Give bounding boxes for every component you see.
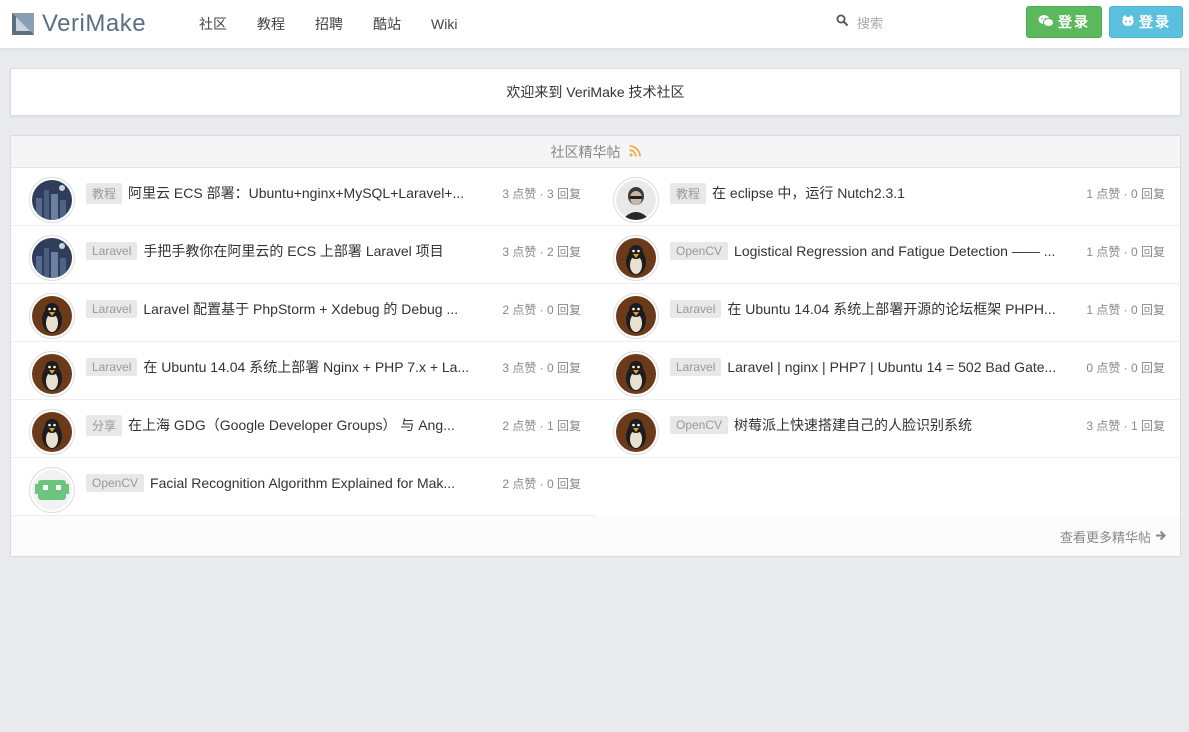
topic-tag[interactable]: OpenCV — [670, 416, 729, 434]
topic-meta: 3 点赞 · 2 回复 — [502, 244, 581, 259]
tux-avatar[interactable] — [613, 409, 659, 455]
more-featured-label: 查看更多精华帖 — [1059, 529, 1151, 545]
topic-tag[interactable]: Laravel — [670, 300, 722, 318]
topic-tag[interactable]: OpenCV — [670, 242, 729, 260]
topic-item[interactable]: Laravel 在 Ubuntu 14.04 系统上部署 Nginx + PHP… — [11, 342, 595, 400]
github-icon — [1121, 14, 1139, 31]
topic-title[interactable]: 在 eclipse 中，运行 Nutch2.3.1 — [712, 183, 905, 203]
topic-tag[interactable]: Laravel — [86, 242, 138, 260]
search-icon[interactable] — [836, 14, 849, 32]
topic-title[interactable]: Laravel | nginx | PHP7 | Ubuntu 14 = 502… — [727, 359, 1056, 375]
topic-tag[interactable]: 分享 — [86, 414, 123, 436]
topic-meta: 3 点赞 · 1 回复 — [1086, 418, 1165, 433]
topic-list: 教程 阿里云 ECS 部署：Ubuntu+nginx+MySQL+Laravel… — [11, 168, 1180, 516]
topic-main: OpenCV 树莓派上快速搭建自己的人脸识别系统 — [670, 400, 1060, 450]
tux-avatar[interactable] — [613, 235, 659, 281]
topic-main: Laravel Laravel | nginx | PHP7 | Ubuntu … — [670, 342, 1060, 392]
logo-mark-icon — [12, 13, 34, 35]
topic-meta: 0 点赞 · 0 回复 — [1086, 360, 1165, 375]
brand-name: VeriMake — [42, 10, 147, 37]
more-featured-link[interactable]: 查看更多精华帖 — [1060, 527, 1166, 546]
topic-tag[interactable]: OpenCV — [86, 474, 145, 492]
nav-item-community[interactable]: 社区 — [199, 14, 227, 34]
topic-item[interactable]: Laravel 手把手教你在阿里云的 ECS 上部署 Laravel 项目 3 … — [11, 226, 595, 284]
topic-meta: 1 点赞 · 0 回复 — [1086, 186, 1165, 201]
topic-title[interactable]: 阿里云 ECS 部署：Ubuntu+nginx+MySQL+Laravel+..… — [128, 183, 464, 203]
topic-tag[interactable]: Laravel — [670, 358, 722, 376]
panel-heading: 社区精华帖 — [11, 136, 1180, 168]
topic-title[interactable]: Logistical Regression and Fatigue Detect… — [734, 243, 1055, 259]
topic-tag[interactable]: 教程 — [670, 182, 707, 204]
welcome-banner: 欢迎来到 VeriMake 技术社区 — [10, 68, 1181, 116]
topic-item[interactable]: OpenCV Facial Recognition Algorithm Expl… — [11, 458, 595, 516]
topic-tag[interactable]: Laravel — [86, 300, 138, 318]
wechat-icon — [1038, 14, 1058, 31]
city-avatar[interactable] — [29, 235, 75, 281]
topic-meta: 2 点赞 · 1 回复 — [502, 418, 581, 433]
topic-tag[interactable]: Laravel — [86, 358, 138, 376]
topic-main: 教程 阿里云 ECS 部署：Ubuntu+nginx+MySQL+Laravel… — [86, 168, 476, 218]
brand-logo[interactable]: VeriMake — [12, 9, 146, 39]
topic-main: Laravel Laravel 配置基于 PhpStorm + Xdebug 的… — [86, 284, 476, 334]
topic-title[interactable]: 在 Ubuntu 14.04 系统上部署 Nginx + PHP 7.x + L… — [143, 357, 469, 377]
topic-title[interactable]: 树莓派上快速搭建自己的人脸识别系统 — [734, 415, 972, 435]
topic-item[interactable]: Laravel Laravel 配置基于 PhpStorm + Xdebug 的… — [11, 284, 595, 342]
topic-meta: 3 点赞 · 3 回复 — [502, 186, 581, 201]
topic-title[interactable]: Facial Recognition Algorithm Explained f… — [150, 475, 455, 491]
github-login-label: 登录 — [1139, 14, 1171, 30]
topic-main: 教程 在 eclipse 中，运行 Nutch2.3.1 — [670, 168, 1060, 218]
topic-title[interactable]: 在上海 GDG（Google Developer Groups） 与 Ang..… — [128, 415, 455, 435]
topic-meta: 2 点赞 · 0 回复 — [502, 476, 581, 491]
tux-avatar[interactable] — [29, 293, 75, 339]
city-avatar[interactable] — [29, 177, 75, 223]
topic-item[interactable]: Laravel Laravel | nginx | PHP7 | Ubuntu … — [595, 342, 1179, 400]
topic-tag[interactable]: 教程 — [86, 182, 123, 204]
topic-item[interactable]: 分享 在上海 GDG（Google Developer Groups） 与 An… — [11, 400, 595, 458]
nav-item-jobs[interactable]: 招聘 — [315, 14, 343, 34]
panel-title: 社区精华帖 — [550, 143, 621, 160]
topic-main: Laravel 手把手教你在阿里云的 ECS 上部署 Laravel 项目 — [86, 226, 476, 276]
main-nav: 社区 教程 招聘 酷站 Wiki — [199, 0, 487, 48]
welcome-text: 欢迎来到 VeriMake 技术社区 — [506, 84, 685, 100]
tux-avatar[interactable] — [613, 351, 659, 397]
topic-meta: 1 点赞 · 0 回复 — [1086, 244, 1165, 259]
topic-main: OpenCV Logistical Regression and Fatigue… — [670, 226, 1060, 276]
wechat-login-label: 登录 — [1058, 14, 1090, 30]
search-input[interactable] — [855, 14, 989, 32]
nav-item-tutorials[interactable]: 教程 — [257, 14, 285, 34]
topic-item[interactable]: Laravel 在 Ubuntu 14.04 系统上部署开源的论坛框架 PHPH… — [595, 284, 1179, 342]
topic-item[interactable]: OpenCV Logistical Regression and Fatigue… — [595, 226, 1179, 284]
topic-meta: 2 点赞 · 0 回复 — [502, 302, 581, 317]
nav-item-wiki[interactable]: Wiki — [431, 16, 457, 32]
arrow-right-icon — [1151, 529, 1166, 544]
tux-avatar[interactable] — [613, 293, 659, 339]
featured-topics-panel: 社区精华帖 教程 阿里云 ECS 部署：Ubuntu+nginx+MySQL+L… — [10, 135, 1181, 557]
topic-item[interactable]: 教程 在 eclipse 中，运行 Nutch2.3.1 1 点赞 · 0 回复 — [595, 168, 1179, 226]
wechat-login-button[interactable]: 登录 — [1026, 6, 1102, 38]
topic-item[interactable]: 教程 阿里云 ECS 部署：Ubuntu+nginx+MySQL+Laravel… — [11, 168, 595, 226]
robot-avatar[interactable] — [29, 467, 75, 513]
topic-main: OpenCV Facial Recognition Algorithm Expl… — [86, 458, 476, 508]
topic-title[interactable]: 手把手教你在阿里云的 ECS 上部署 Laravel 项目 — [143, 241, 443, 261]
topic-item[interactable]: OpenCV 树莓派上快速搭建自己的人脸识别系统 3 点赞 · 1 回复 — [595, 400, 1179, 458]
nav-item-cool-sites[interactable]: 酷站 — [373, 14, 401, 34]
topic-meta: 1 点赞 · 0 回复 — [1086, 302, 1165, 317]
rss-icon[interactable] — [621, 144, 641, 160]
github-login-button[interactable]: 登录 — [1109, 6, 1183, 38]
tux-avatar[interactable] — [29, 409, 75, 455]
tux-avatar[interactable] — [29, 351, 75, 397]
topic-main: Laravel 在 Ubuntu 14.04 系统上部署开源的论坛框架 PHPH… — [670, 284, 1060, 334]
top-navbar: VeriMake 社区 教程 招聘 酷站 Wiki 登录 — [0, 0, 1189, 49]
panel-footer: 查看更多精华帖 — [11, 516, 1180, 556]
topic-title[interactable]: Laravel 配置基于 PhpStorm + Xdebug 的 Debug .… — [143, 299, 458, 319]
topic-title[interactable]: 在 Ubuntu 14.04 系统上部署开源的论坛框架 PHPH... — [727, 299, 1055, 319]
search-box — [836, 14, 989, 32]
topic-main: Laravel 在 Ubuntu 14.04 系统上部署 Nginx + PHP… — [86, 342, 476, 392]
topic-main: 分享 在上海 GDG（Google Developer Groups） 与 An… — [86, 400, 476, 450]
person-avatar[interactable] — [613, 177, 659, 223]
topic-meta: 3 点赞 · 0 回复 — [502, 360, 581, 375]
